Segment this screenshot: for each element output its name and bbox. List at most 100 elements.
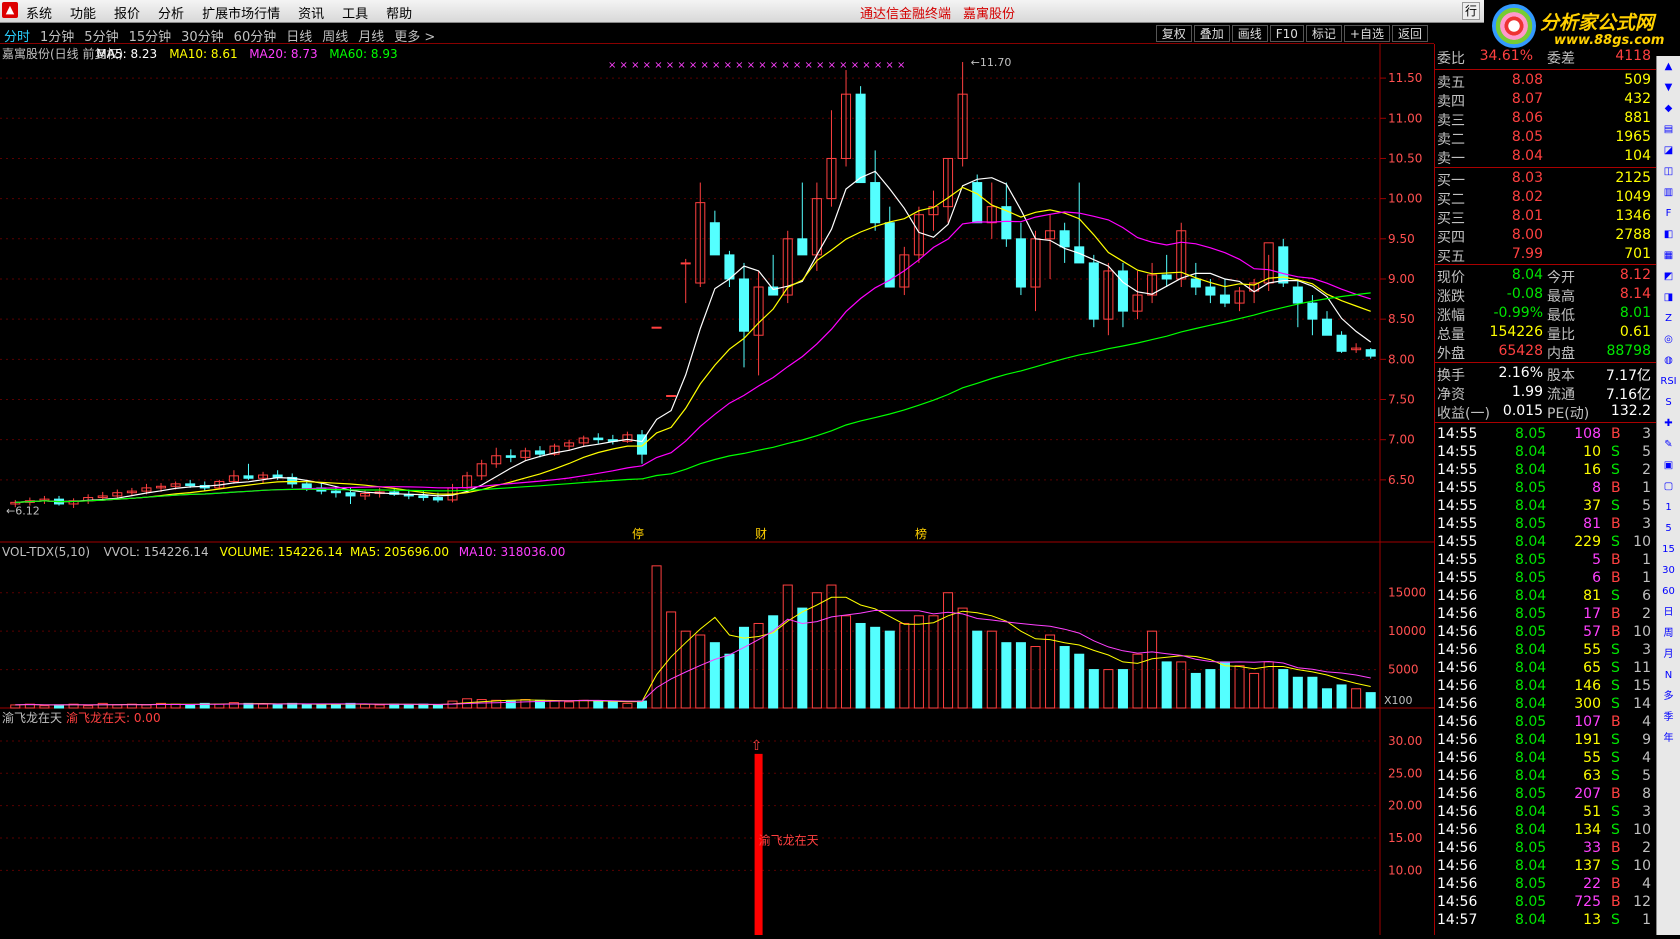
candle-body (651, 326, 662, 329)
side-tool-icon[interactable]: ✎ (1657, 434, 1680, 455)
side-tool-icon[interactable]: ▲ (1657, 56, 1680, 77)
volume-bar (374, 704, 385, 709)
order-ratio-row: 委比 34.61% 委差 4118 (1435, 48, 1657, 67)
volume-bar (738, 626, 750, 709)
period-tab-8[interactable]: 月线 (358, 26, 384, 45)
side-tool-icon[interactable]: ◫ (1657, 161, 1680, 182)
tick-volume: 6 (1592, 570, 1601, 586)
tick-time: 14:55 (1437, 570, 1478, 586)
vol-header-0: VOL-TDX(5,10) (2, 545, 90, 559)
ma-header-3: MA20: 8.73 (249, 47, 317, 61)
side-period-10[interactable]: 季 (1657, 707, 1680, 728)
vol-tick-label: 10000 (1388, 624, 1426, 638)
tool-button-0[interactable]: 复权 (1155, 25, 1192, 42)
side-period-2[interactable]: 15 (1657, 539, 1680, 560)
side-tool-icon[interactable]: ◎ (1657, 329, 1680, 350)
side-period-5[interactable]: 日 (1657, 602, 1680, 623)
side-period-3[interactable]: 30 (1657, 560, 1680, 581)
main-menu: 系统 功能 报价 分析 扩展市场行情 资讯 工具 帮助 (26, 3, 412, 22)
side-tool-icon[interactable]: ◨ (1657, 287, 1680, 308)
tick-count: 4 (1642, 714, 1651, 730)
tick-count: 10 (1633, 822, 1651, 838)
side-tool-icon[interactable]: ◍ (1657, 350, 1680, 371)
side-tool-icon[interactable]: ✚ (1657, 413, 1680, 434)
side-tool-icon[interactable]: ▣ (1657, 455, 1680, 476)
menu-item-5[interactable]: 资讯 (298, 3, 324, 22)
menu-item-0[interactable]: 系统 (26, 3, 52, 22)
kline-chart-area[interactable]: 11.50 11.00 10.50 10.00 9.50 9.00 8.50 8.00 7.50… (0, 44, 1434, 939)
window-button[interactable]: 行 (1462, 2, 1480, 20)
quote-panel: 委比 34.61% 委差 4118 卖五 8.08 509 卖四 8.07 432 卖三 8.06 88… (1434, 44, 1657, 935)
side-period-1[interactable]: 5 (1657, 518, 1680, 539)
side-period-8[interactable]: N (1657, 665, 1680, 686)
ma-header-1: MA5: 8.23 (96, 47, 157, 61)
candle-body (243, 475, 254, 479)
side-tool-icon[interactable]: ▦ (1657, 245, 1680, 266)
menu-item-7[interactable]: 帮助 (386, 3, 412, 22)
period-tab-1[interactable]: 1分钟 (40, 26, 74, 45)
tool-button-4[interactable]: 标记 (1305, 25, 1342, 42)
price-tick-label: 11.00 (1388, 111, 1422, 125)
side-tool-icon[interactable]: ▥ (1657, 182, 1680, 203)
period-tab-5[interactable]: 60分钟 (234, 26, 277, 45)
side-period-4[interactable]: 60 (1657, 581, 1680, 602)
period-tab-3[interactable]: 15分钟 (129, 26, 172, 45)
volume-bar (1365, 692, 1376, 709)
menu-item-6[interactable]: 工具 (342, 3, 368, 22)
tick-side: B (1611, 786, 1621, 802)
side-tool-icon[interactable]: ▼ (1657, 77, 1680, 98)
menu-item-3[interactable]: 分析 (158, 3, 184, 22)
tick-count: 11 (1633, 660, 1651, 676)
label: 今开 (1547, 270, 1575, 286)
tick-volume: 16 (1583, 462, 1601, 478)
period-tab-6[interactable]: 日线 (286, 26, 312, 45)
candle-body (972, 182, 983, 224)
period-tab-7[interactable]: 周线 (322, 26, 348, 45)
side-period-11[interactable]: 年 (1657, 728, 1680, 749)
volume-bar (316, 703, 327, 709)
tick-row: 14:56 8.05 22 B 4 (1435, 876, 1657, 895)
event-marker-2: 榜 (915, 526, 927, 541)
side-period-7[interactable]: 月 (1657, 644, 1680, 665)
side-tool-icon[interactable]: ◧ (1657, 224, 1680, 245)
side-tool-icon[interactable]: RSI (1657, 371, 1680, 392)
side-tool-icon[interactable]: ◆ (1657, 98, 1680, 119)
side-tool-icon[interactable]: ◪ (1657, 140, 1680, 161)
side-tool-icon[interactable]: ◩ (1657, 266, 1680, 287)
period-tab-4[interactable]: 30分钟 (181, 26, 224, 45)
tool-button-5[interactable]: +自选 (1343, 25, 1390, 42)
stat-row: 总量 154226 量比 0.61 (1435, 324, 1657, 343)
tick-count: 10 (1633, 858, 1651, 874)
volume-bar (578, 699, 589, 709)
tick-price: 8.05 (1515, 624, 1547, 640)
side-tool-icon[interactable]: ▢ (1657, 476, 1680, 497)
period-tab-0[interactable]: 分时 (4, 26, 30, 45)
side-tool-icon[interactable]: Z (1657, 308, 1680, 329)
candle-body (534, 450, 545, 455)
app-logo-icon[interactable]: ▲ (2, 2, 18, 18)
tool-button-2[interactable]: 画线 (1231, 25, 1268, 42)
tool-button-6[interactable]: 返回 (1391, 25, 1428, 42)
side-period-0[interactable]: 1 (1657, 497, 1680, 518)
tool-button-1[interactable]: 叠加 (1193, 25, 1230, 42)
side-tool-icon[interactable]: S (1657, 392, 1680, 413)
tick-row: 14:55 8.04 37 S 5 (1435, 498, 1657, 517)
volume-bar (841, 615, 852, 709)
period-tab-2[interactable]: 5分钟 (84, 26, 118, 45)
tick-time: 14:56 (1437, 804, 1478, 820)
tool-button-3[interactable]: F10 (1269, 25, 1304, 42)
ma-header-4: MA60: 8.93 (329, 47, 397, 61)
side-tool-icon[interactable]: F (1657, 203, 1680, 224)
tick-count: 10 (1633, 534, 1651, 550)
menu-item-4[interactable]: 扩展市场行情 (202, 3, 280, 22)
side-period-9[interactable]: 多 (1657, 686, 1680, 707)
side-tool-icon[interactable]: ▤ (1657, 119, 1680, 140)
menu-item-1[interactable]: 功能 (70, 3, 96, 22)
tick-row: 14:55 8.04 10 S 5 (1435, 444, 1657, 463)
side-period-6[interactable]: 周 (1657, 623, 1680, 644)
period-tab-9[interactable]: 更多 > (394, 26, 435, 45)
volume-bar (39, 705, 50, 709)
menu-item-2[interactable]: 报价 (114, 3, 140, 22)
tick-count: 15 (1633, 678, 1651, 694)
tick-price: 8.05 (1515, 426, 1547, 442)
